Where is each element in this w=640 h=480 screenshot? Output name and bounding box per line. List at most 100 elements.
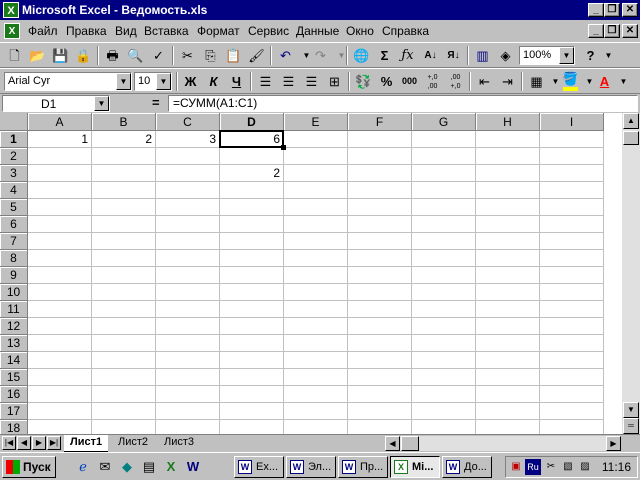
cell-a7[interactable] [28, 233, 92, 250]
font-size-dropdown-icon[interactable]: ▼ [156, 73, 171, 90]
zoom-dropdown-icon[interactable]: ▼ [559, 47, 574, 64]
cell-i17[interactable] [540, 403, 604, 420]
cell-d13[interactable] [220, 335, 284, 352]
fill-color-icon[interactable]: 🪣 [560, 71, 581, 92]
cell-f14[interactable] [348, 352, 412, 369]
redo-icon[interactable]: ↷ [310, 45, 331, 66]
decrease-indent-icon[interactable]: ⇤ [474, 71, 495, 92]
channels-icon[interactable]: ◆ [118, 458, 136, 476]
drawing-icon[interactable]: ◈ [495, 45, 516, 66]
sort-ascending-icon[interactable]: A↓ [420, 45, 441, 66]
cell-f12[interactable] [348, 318, 412, 335]
cell-f4[interactable] [348, 182, 412, 199]
cell-g1[interactable] [412, 131, 476, 148]
cell-g16[interactable] [412, 386, 476, 403]
autosum-icon[interactable]: Σ [374, 45, 395, 66]
cell-f2[interactable] [348, 148, 412, 165]
cell-b15[interactable] [92, 369, 156, 386]
cell-c15[interactable] [156, 369, 220, 386]
doc-close-icon[interactable]: ✕ [622, 24, 638, 38]
cell-g18[interactable] [412, 420, 476, 434]
cell-f17[interactable] [348, 403, 412, 420]
taskbar-task-3[interactable]: W Пр... [338, 456, 388, 478]
cell-h8[interactable] [476, 250, 540, 267]
save-icon[interactable]: 💾 [50, 45, 71, 66]
font-name-dropdown-icon[interactable]: ▼ [116, 73, 131, 90]
cell-a17[interactable] [28, 403, 92, 420]
cell-h16[interactable] [476, 386, 540, 403]
cell-i4[interactable] [540, 182, 604, 199]
hyperlink-icon[interactable]: 🌐 [351, 45, 372, 66]
scroll-thumb[interactable] [623, 131, 639, 145]
cell-i16[interactable] [540, 386, 604, 403]
currency-icon[interactable]: 💱 [353, 71, 374, 92]
menu-edit[interactable]: Правка [66, 24, 107, 38]
excel-launch-icon[interactable]: X [162, 458, 180, 476]
cell-b14[interactable] [92, 352, 156, 369]
cell-f6[interactable] [348, 216, 412, 233]
cell-b8[interactable] [92, 250, 156, 267]
first-sheet-icon[interactable]: |◀ [2, 436, 16, 450]
cell-g13[interactable] [412, 335, 476, 352]
cell-a2[interactable] [28, 148, 92, 165]
cell-i12[interactable] [540, 318, 604, 335]
cell-h17[interactable] [476, 403, 540, 420]
sheet-tab-1[interactable]: Лист1 [64, 435, 109, 452]
cell-d6[interactable] [220, 216, 284, 233]
cell-c11[interactable] [156, 301, 220, 318]
doc-minimize-icon[interactable]: _ [588, 24, 604, 38]
cell-f18[interactable] [348, 420, 412, 434]
cell-c4[interactable] [156, 182, 220, 199]
vertical-scrollbar[interactable]: ▲ ▼ ═ [622, 113, 640, 434]
decrease-decimal-button[interactable]: ,00 +,0 [445, 71, 466, 94]
cell-i13[interactable] [540, 335, 604, 352]
row-header-8[interactable]: 8 [0, 250, 28, 267]
open-icon[interactable]: 📂 [27, 45, 48, 66]
cell-d14[interactable] [220, 352, 284, 369]
formula-input[interactable]: =СУММ(A1:C1) [168, 95, 638, 112]
edit-formula-button[interactable]: = [152, 95, 160, 110]
cell-b6[interactable] [92, 216, 156, 233]
cell-i10[interactable] [540, 284, 604, 301]
cell-h9[interactable] [476, 267, 540, 284]
cell-g8[interactable] [412, 250, 476, 267]
cell-c17[interactable] [156, 403, 220, 420]
cell-i6[interactable] [540, 216, 604, 233]
row-header-5[interactable]: 5 [0, 199, 28, 216]
cell-f9[interactable] [348, 267, 412, 284]
cell-b13[interactable] [92, 335, 156, 352]
cell-a9[interactable] [28, 267, 92, 284]
outlook-icon[interactable]: ✉ [96, 458, 114, 476]
menu-format[interactable]: Формат [197, 24, 240, 38]
row-header-12[interactable]: 12 [0, 318, 28, 335]
menu-tools[interactable]: Сервис [248, 24, 289, 38]
column-header-b[interactable]: B [92, 113, 156, 131]
scheduler-icon[interactable]: ✂ [543, 459, 559, 475]
scroll-left-icon[interactable]: ◀ [385, 436, 400, 451]
cell-a15[interactable] [28, 369, 92, 386]
cell-e16[interactable] [284, 386, 348, 403]
column-header-d[interactable]: D [220, 113, 284, 131]
column-header-g[interactable]: G [412, 113, 476, 131]
chart-wizard-icon[interactable]: ▥ [472, 45, 493, 66]
cell-a3[interactable] [28, 165, 92, 182]
cell-a6[interactable] [28, 216, 92, 233]
column-header-e[interactable]: E [284, 113, 348, 131]
cell-h2[interactable] [476, 148, 540, 165]
cell-e10[interactable] [284, 284, 348, 301]
format-painter-icon[interactable]: 🖌 [246, 45, 267, 66]
cell-f5[interactable] [348, 199, 412, 216]
volume-icon[interactable]: ▧ [560, 459, 576, 475]
clock[interactable]: 11:16 [602, 460, 631, 474]
cell-f13[interactable] [348, 335, 412, 352]
cell-b3[interactable] [92, 165, 156, 182]
cell-c5[interactable] [156, 199, 220, 216]
cell-e4[interactable] [284, 182, 348, 199]
split-box-icon[interactable]: ═ [623, 418, 639, 434]
cell-g7[interactable] [412, 233, 476, 250]
row-header-9[interactable]: 9 [0, 267, 28, 284]
cell-c13[interactable] [156, 335, 220, 352]
cell-h10[interactable] [476, 284, 540, 301]
cell-h12[interactable] [476, 318, 540, 335]
cell-g9[interactable] [412, 267, 476, 284]
